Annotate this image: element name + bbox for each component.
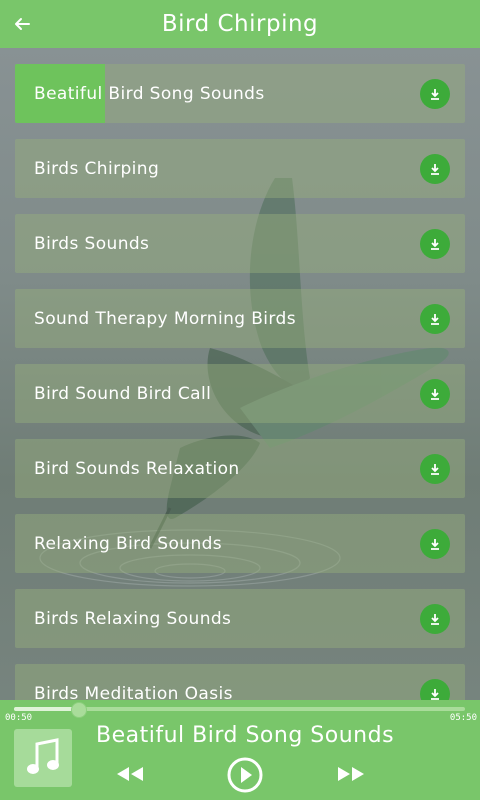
download-icon	[431, 313, 439, 325]
track-item-3[interactable]: Sound Therapy Morning Birds	[15, 289, 465, 348]
track-label: Birds Chirping	[34, 158, 160, 179]
album-art	[14, 729, 72, 787]
track-label: Sound Therapy Morning Birds	[34, 308, 296, 329]
track-item-0[interactable]: Beatiful Bird Song Sounds	[15, 64, 465, 123]
download-button[interactable]	[420, 453, 450, 484]
download-button[interactable]	[420, 303, 450, 334]
download-icon	[431, 688, 439, 700]
download-button[interactable]	[420, 603, 450, 634]
track-item-6[interactable]: Relaxing Bird Sounds	[15, 514, 465, 573]
track-list: Beatiful Bird Song Sounds Birds Chirping…	[15, 64, 465, 739]
download-icon	[431, 88, 439, 100]
player-bar: 00:50 05:50 Beatiful Bird Song Sounds	[0, 700, 480, 800]
page-title: Bird Chirping	[161, 11, 319, 37]
track-item-4[interactable]: Bird Sound Bird Call	[15, 364, 465, 423]
rewind-button[interactable]	[116, 766, 144, 786]
download-icon	[431, 538, 439, 550]
download-icon	[431, 238, 439, 250]
track-item-5[interactable]: Bird Sounds Relaxation	[15, 439, 465, 498]
rewind-icon	[117, 767, 143, 781]
track-item-7[interactable]: Birds Relaxing Sounds	[15, 589, 465, 648]
track-label: Relaxing Bird Sounds	[34, 533, 223, 554]
track-label: Birds Relaxing Sounds	[34, 608, 232, 629]
back-arrow-icon	[15, 18, 30, 30]
track-label: Birds Sounds	[34, 233, 150, 254]
download-icon	[431, 163, 439, 175]
total-time: 05:50	[449, 713, 477, 723]
download-button[interactable]	[420, 153, 450, 184]
download-button[interactable]	[420, 78, 450, 109]
seek-bar[interactable]	[14, 702, 465, 718]
track-label: Bird Sound Bird Call	[34, 383, 212, 404]
fast-forward-button[interactable]	[337, 766, 365, 786]
play-button[interactable]	[227, 757, 263, 797]
current-time: 00:50	[5, 713, 33, 723]
download-icon	[431, 388, 439, 400]
play-icon	[227, 757, 263, 793]
download-button[interactable]	[420, 378, 450, 409]
fast-forward-icon	[338, 767, 364, 781]
download-icon	[431, 463, 439, 475]
now-playing-title: Beatiful Bird Song Sounds	[96, 723, 395, 748]
download-icon	[431, 613, 439, 625]
track-item-1[interactable]: Birds Chirping	[15, 139, 465, 198]
download-button[interactable]	[420, 528, 450, 559]
music-note-icon	[27, 738, 59, 774]
track-item-2[interactable]: Birds Sounds	[15, 214, 465, 273]
track-label: Beatiful Bird Song Sounds	[34, 83, 265, 104]
app-header: Bird Chirping	[0, 0, 480, 48]
seek-progress	[14, 707, 79, 711]
download-button[interactable]	[420, 228, 450, 259]
back-button[interactable]	[10, 12, 34, 36]
seek-thumb[interactable]	[71, 702, 88, 718]
track-label: Bird Sounds Relaxation	[34, 458, 240, 479]
